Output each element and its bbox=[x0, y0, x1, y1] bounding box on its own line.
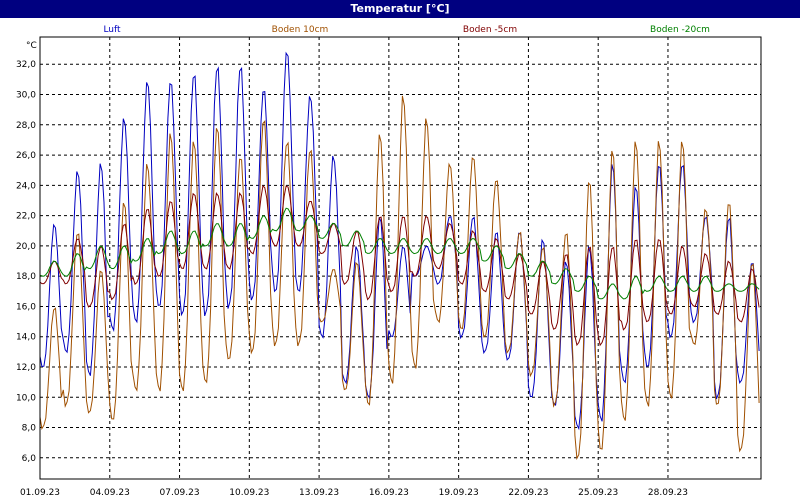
x-axis: 01.09.23 04.09.23 07.09.23 10.09.23 13.09.23… bbox=[20, 488, 688, 498]
y-tick-label: 8,0 bbox=[22, 424, 37, 434]
y-tick-label: 10,0 bbox=[16, 393, 36, 403]
y-tick-label: 18,0 bbox=[16, 272, 36, 282]
y-tick-label: 26,0 bbox=[16, 151, 36, 161]
y-tick-label: 30,0 bbox=[16, 91, 36, 101]
y-axis: 6,0 8,0 10,0 12,0 14,0 16,0 18,0 20,0 22,0 24,0 26… bbox=[16, 60, 36, 464]
y-tick-label: 6,0 bbox=[22, 454, 37, 464]
y-tick-label: 32,0 bbox=[16, 60, 36, 70]
chart-frame: 6,0 8,0 10,0 12,0 14,0 16,0 18,0 20,0 22,0 24,0 26… bbox=[0, 18, 800, 500]
x-tick-label: 28.09.23 bbox=[648, 488, 688, 498]
y-tick-label: 28,0 bbox=[16, 121, 36, 131]
x-tick-label: 04.09.23 bbox=[90, 488, 130, 498]
x-tick-label: 25.09.23 bbox=[578, 488, 618, 498]
series-line-2 bbox=[39, 184, 760, 347]
y-tick-label: 16,0 bbox=[16, 302, 36, 312]
x-tick-label: 07.09.23 bbox=[160, 488, 200, 498]
legend-entry: Luft bbox=[103, 25, 121, 35]
legend-entry: Boden -5cm bbox=[463, 25, 517, 35]
x-tick-label: 22.09.23 bbox=[508, 488, 548, 498]
x-tick-label: 19.09.23 bbox=[439, 488, 479, 498]
legend: Luft Boden 10cm Boden -5cm Boden -20cm bbox=[103, 25, 710, 35]
legend-entry: Boden -20cm bbox=[650, 25, 710, 35]
series-group bbox=[39, 51, 760, 461]
x-tick-label: 13.09.23 bbox=[299, 488, 339, 498]
x-tick-label: 01.09.23 bbox=[20, 488, 60, 498]
series-line-3 bbox=[39, 207, 760, 300]
y-axis-label: °C bbox=[26, 41, 37, 51]
y-tick-label: 14,0 bbox=[16, 333, 36, 343]
y-tick-label: 20,0 bbox=[16, 242, 36, 252]
legend-entry: Boden 10cm bbox=[272, 25, 329, 35]
y-tick-label: 24,0 bbox=[16, 181, 36, 191]
x-tick-label: 10.09.23 bbox=[229, 488, 269, 498]
y-tick-label: 12,0 bbox=[16, 363, 36, 373]
window-title: Temperatur [°C] bbox=[0, 0, 800, 18]
temperature-chart: 6,0 8,0 10,0 12,0 14,0 16,0 18,0 20,0 22,0 24,0 26… bbox=[16, 25, 762, 498]
x-tick-label: 16.09.23 bbox=[369, 488, 409, 498]
y-tick-label: 22,0 bbox=[16, 212, 36, 222]
